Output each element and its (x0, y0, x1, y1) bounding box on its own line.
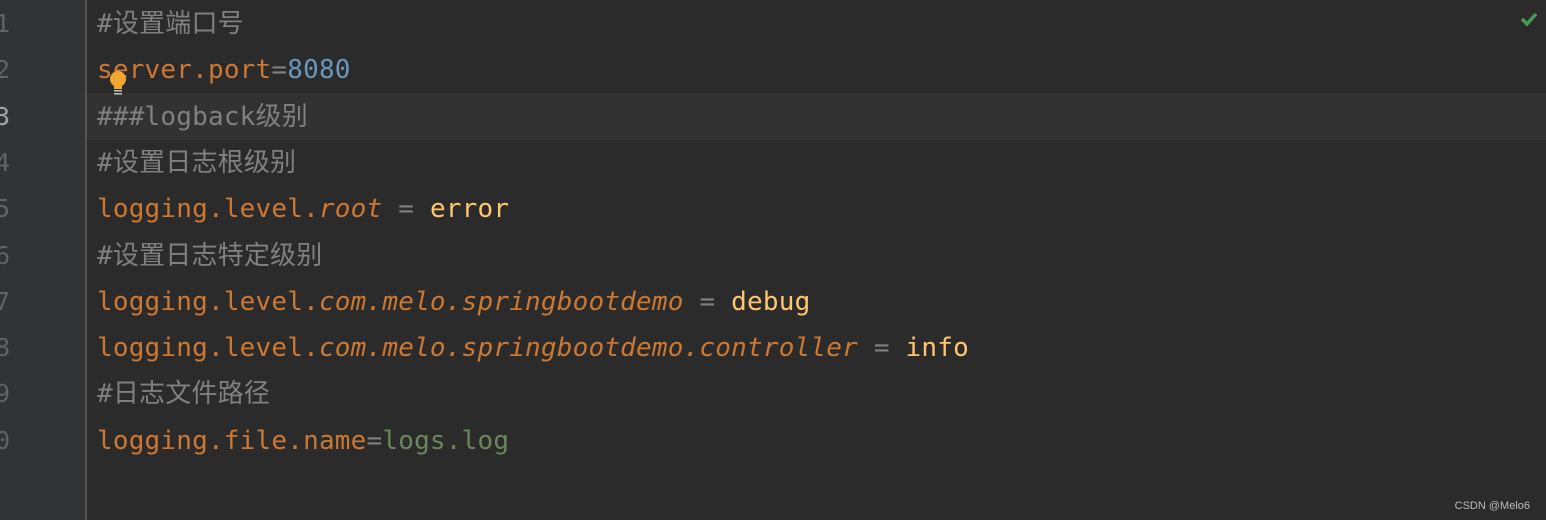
code-token: com.melo.springbootdemo (318, 286, 684, 317)
code-line[interactable]: #设置日志根级别 (97, 140, 296, 186)
line-number: 4 (0, 147, 10, 177)
line-number: 9 (0, 379, 10, 409)
code-line[interactable]: logging.level.com.melo.springbootdemo = … (97, 279, 810, 325)
code-token: logging.level. (97, 194, 319, 225)
code-token: info (905, 333, 969, 364)
code-token: ###logback级别 (97, 101, 308, 132)
code-token: logging.file.name (97, 425, 367, 456)
code-line[interactable]: logging.file.name=logs.log (97, 418, 509, 464)
line-number: 2 (0, 55, 10, 85)
code-token: logging.level. (97, 286, 319, 317)
line-number: 0 (0, 425, 10, 455)
code-token: = (271, 55, 288, 86)
line-number: 3 (0, 101, 10, 131)
code-token: #设置日志特定级别 (97, 240, 323, 271)
code-line[interactable]: server.port=8080 (97, 47, 351, 93)
code-line[interactable]: ###logback级别 (97, 94, 308, 140)
code-token: #设置日志根级别 (97, 147, 297, 178)
code-token: logs.log (382, 425, 510, 456)
code-token: #日志文件路径 (97, 379, 271, 410)
code-token: 8080 (287, 55, 351, 86)
code-token: com.melo.springbootdemo.controller (318, 333, 858, 364)
code-token: logging.level. (97, 333, 319, 364)
code-line[interactable]: #设置日志特定级别 (97, 233, 322, 279)
lightbulb-icon[interactable] (108, 70, 128, 96)
code-token: = (366, 425, 383, 456)
code-line[interactable]: #日志文件路径 (97, 371, 270, 417)
code-line[interactable]: logging.level.com.melo.springbootdemo.co… (97, 325, 969, 371)
check-icon[interactable] (1520, 11, 1538, 27)
code-token: root (318, 194, 383, 225)
line-number: 1 (0, 9, 10, 38)
code-line[interactable]: #设置端口号 (97, 1, 244, 47)
line-number-gutter: 1 2 3 4 5 6 7 8 9 0 (0, 0, 87, 520)
code-token: = (857, 333, 906, 364)
code-token: = (683, 286, 732, 317)
code-token: #设置端口号 (97, 9, 244, 39)
watermark: CSDN @Melo6 (1454, 500, 1530, 512)
line-number: 6 (0, 240, 10, 270)
line-number: 8 (0, 333, 10, 363)
code-token: = (382, 194, 430, 225)
code-token: error (429, 194, 510, 225)
line-number: 7 (0, 286, 10, 316)
line-number: 5 (0, 194, 10, 224)
code-line[interactable]: logging.level.root = error (97, 186, 509, 232)
code-token: debug (731, 286, 811, 317)
